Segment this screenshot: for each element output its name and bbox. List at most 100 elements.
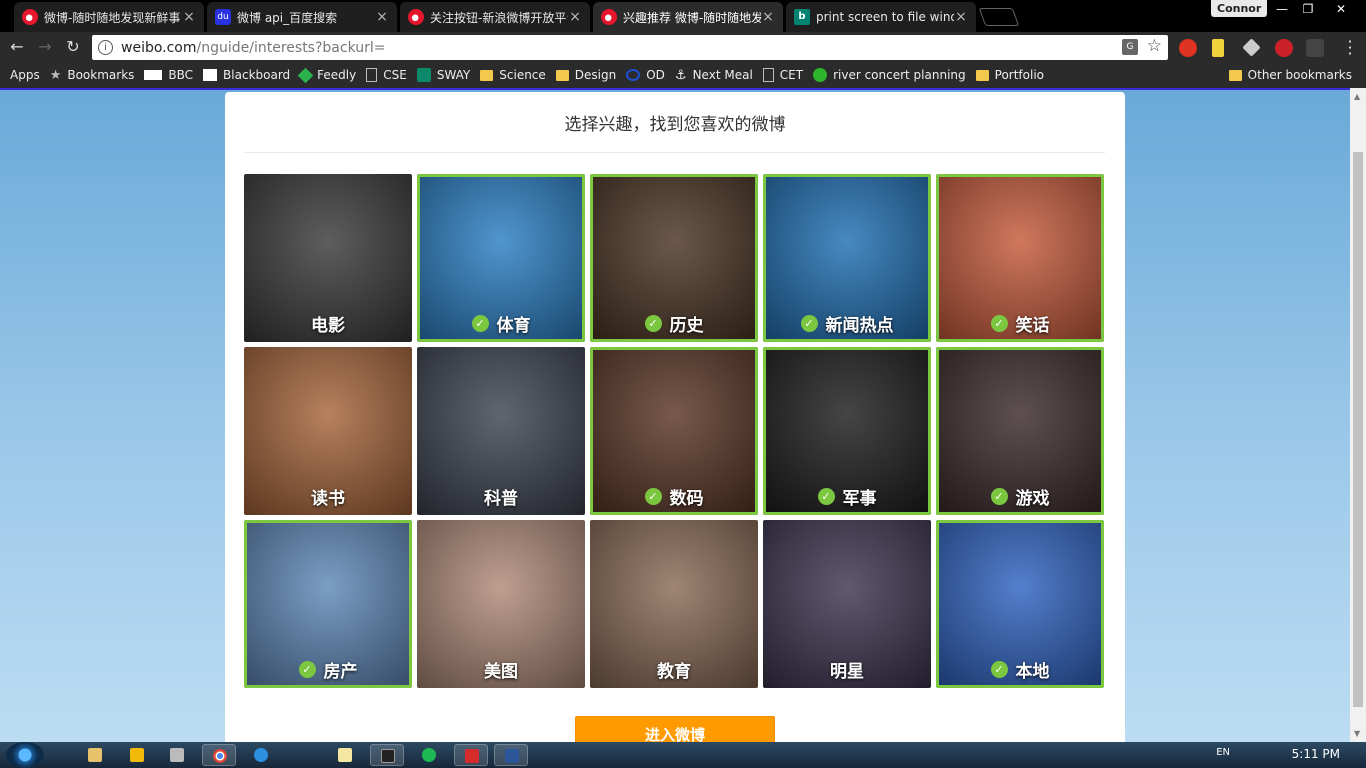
interest-name: 体育 [496,316,531,336]
taskbar-ie[interactable] [244,744,278,766]
windows-taskbar: EN 5:11 PM [0,742,1366,768]
minimize-button[interactable]: — [1268,0,1296,18]
interest-tile[interactable]: ✓ 新闻热点 [763,174,931,342]
interest-tile[interactable]: 科普 [417,347,585,515]
address-bar[interactable]: i weibo.com/nguide/interests?backurl= G … [92,35,1168,60]
interest-label: ✓ 本地 [936,657,1104,682]
tab-title: 微博 api_百度搜索 [237,10,338,25]
check-icon: ✓ [990,315,1008,332]
interest-tile[interactable]: ✓ 笑话 [936,174,1104,342]
bookmark-next-meal[interactable]: ⚓ Next Meal [675,68,753,83]
back-button[interactable]: ← [6,37,28,57]
interest-tile[interactable]: 明星 [763,520,931,688]
bookmark-blackboard[interactable]: Blackboard [203,68,290,82]
close-icon[interactable]: × [182,9,196,25]
interest-tile[interactable]: ✓ 游戏 [936,347,1104,515]
language-indicator[interactable]: EN [1216,747,1230,758]
reload-button[interactable]: ↻ [62,37,84,57]
tab-baidu[interactable]: du 微博 api_百度搜索 × [207,2,397,32]
translate-icon[interactable]: G [1122,39,1138,55]
interest-tile[interactable]: ✓ 本地 [936,520,1104,688]
interest-tile[interactable]: 读书 [244,347,412,515]
bookmark-cet[interactable]: CET [762,68,803,82]
taskbar-app-3[interactable] [160,744,194,766]
anchor-icon: ⚓ [674,67,687,83]
interest-tile[interactable]: ✓ 军事 [763,347,931,515]
taskbar-word[interactable] [494,744,528,766]
start-button[interactable] [6,742,44,768]
bookmark-other[interactable]: Other bookmarks [1228,68,1352,82]
interest-name: 明星 [830,662,864,682]
interest-name: 数码 [669,489,704,509]
taskbar-app-red[interactable] [454,744,488,766]
taskbar-app-2[interactable] [120,744,154,766]
enter-weibo-button[interactable]: 进入微博 [575,716,775,742]
bookmark-river-concert[interactable]: river concert planning [813,68,966,82]
word-icon [505,749,519,763]
close-icon[interactable]: × [954,9,968,25]
close-window-button[interactable]: ✕ [1326,0,1356,18]
weibo-icon [22,9,38,25]
close-icon[interactable]: × [375,9,389,25]
forward-button[interactable]: → [34,37,56,57]
interest-tile[interactable]: 电影 [244,174,412,342]
pinterest-icon[interactable] [1275,39,1293,57]
taskbar-chrome[interactable] [202,744,236,766]
taskbar-cmd[interactable] [370,744,404,766]
scroll-up-icon[interactable]: ▲ [1354,92,1360,101]
taskbar-explorer[interactable] [78,744,112,766]
interest-name: 电影 [311,316,345,336]
extension-notes-icon[interactable] [1212,39,1224,57]
chrome-menu-icon[interactable]: · · · [1346,34,1354,62]
interest-tile[interactable]: ✓ 房产 [244,520,412,688]
close-icon[interactable]: × [761,9,775,25]
folder-icon [1228,69,1242,81]
bookmark-design[interactable]: Design [555,68,616,82]
tab-weibo-interests[interactable]: 兴趣推荐 微博-随时随地发现新鲜事 × [593,2,783,32]
interest-label: 读书 [244,484,412,509]
interest-tile[interactable]: ✓ 体育 [417,174,585,342]
scrollbar[interactable]: ▲ ▼ [1350,88,1366,742]
profile-button[interactable]: Connor [1211,0,1268,17]
scroll-down-icon[interactable]: ▼ [1354,729,1360,738]
bookmark-feedly[interactable]: Feedly [297,67,356,83]
taskbar-notes[interactable] [328,744,362,766]
check-icon: ✓ [990,661,1008,678]
interest-tile[interactable]: 美图 [417,520,585,688]
weibo-icon [408,9,424,25]
restore-button[interactable]: ❐ [1294,0,1322,18]
tab-title: print screen to file windows [816,10,954,24]
bookmark-portfolio[interactable]: Portfolio [975,68,1044,82]
bookmark-od[interactable]: OD [626,68,665,82]
taskbar-spotify[interactable] [412,744,446,766]
extension-incognito-icon[interactable] [1306,39,1324,57]
tab-weibo-home[interactable]: 微博-随时随地发现新鲜事 × [14,2,204,32]
browser-toolbar: ← → ↻ i weibo.com/nguide/interests?backu… [0,32,1366,62]
interest-tile[interactable]: ✓ 数码 [590,347,758,515]
chrome-icon [213,749,227,763]
tab-weibo-open[interactable]: 关注按钮-新浪微博开放平台 × [400,2,590,32]
green-dot-icon [813,68,828,82]
scrollbar-thumb[interactable] [1353,152,1363,707]
new-tab-button[interactable] [978,8,1020,26]
bookmark-star-icon[interactable]: ☆ [1147,36,1162,56]
notes-icon [338,748,352,762]
bookmark-bookmarks[interactable]: ★ Bookmarks [50,68,135,83]
bookmark-bbc[interactable]: BBC [144,68,193,82]
bookmark-sway[interactable]: SWAY [416,68,470,82]
bookmark-apps[interactable]: Apps [10,68,40,158]
interest-grid: 电影 ✓ 体育 ✓ 历史 ✓ 新闻热点 ✓ 笑话 读书 科普 ✓ 数码 ✓ 军事 ✓ 游戏 ✓ 房产 美图 教育 明星 ✓ 本… [244,174,1106,690]
extension-adblock-icon[interactable] [1179,39,1197,57]
tab-bing[interactable]: b print screen to file windows × [786,2,976,32]
interest-tile[interactable]: ✓ 历史 [590,174,758,342]
close-icon[interactable]: × [568,9,582,25]
interest-tile[interactable]: 教育 [590,520,758,688]
google-drive-icon[interactable] [1242,38,1261,57]
tab-strip: 微博-随时随地发现新鲜事 × du 微博 api_百度搜索 × 关注按钮-新浪微… [0,0,1366,32]
bookmark-science[interactable]: Science [480,68,546,82]
info-icon[interactable]: i [98,40,113,55]
clock[interactable]: 5:11 PM [1292,747,1340,761]
url-text: weibo.com/nguide/interests?backurl= [121,39,386,56]
bing-icon: b [794,9,810,25]
bookmark-cse[interactable]: CSE [366,68,407,82]
